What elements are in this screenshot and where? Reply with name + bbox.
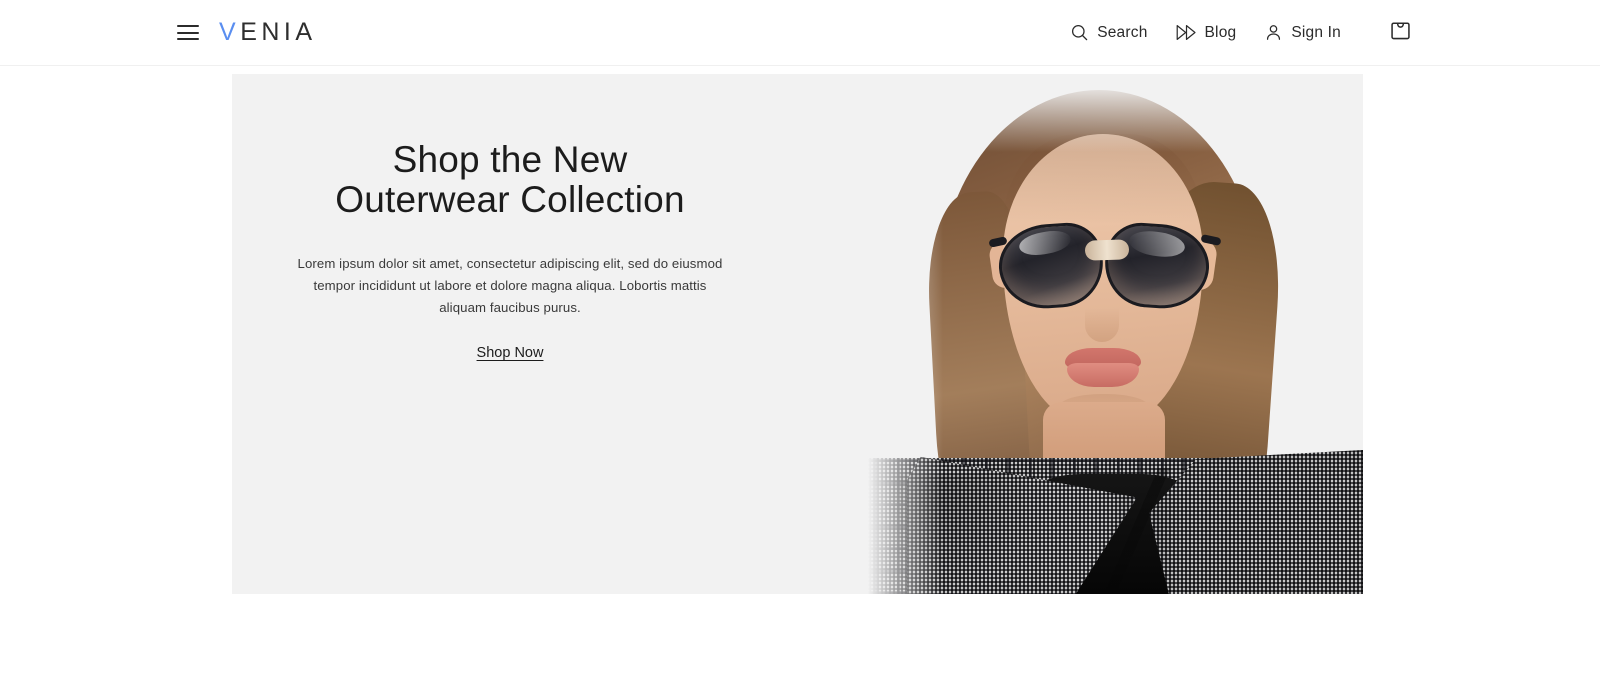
logo-rest: ENIA: [240, 18, 317, 46]
site-header: VENIA Search Blog Sign In: [0, 0, 1600, 66]
shop-now-link[interactable]: Shop Now: [477, 345, 544, 361]
hamburger-line: [177, 38, 199, 40]
nav-search-label: Search: [1097, 23, 1148, 41]
image-top-fade: [853, 82, 1363, 152]
hero-model-image: [813, 82, 1363, 594]
logo-accent-letter: V: [219, 18, 241, 46]
header-left-group: VENIA: [177, 18, 317, 47]
image-left-fade: [813, 82, 943, 594]
hero-title: Shop the New Outerwear Collection: [335, 139, 685, 220]
hero-copy: Shop the New Outerwear Collection Lorem …: [232, 140, 788, 362]
model-lower-lip: [1067, 363, 1139, 387]
nav-sign-in[interactable]: Sign In: [1264, 23, 1341, 42]
fast-forward-icon: [1176, 24, 1197, 41]
nav-search[interactable]: Search: [1070, 23, 1147, 42]
nav-blog[interactable]: Blog: [1176, 24, 1237, 42]
hero-banner: Shop the New Outerwear Collection Lorem …: [232, 74, 1363, 594]
hamburger-line: [177, 25, 199, 27]
site-logo[interactable]: VENIA: [219, 18, 317, 47]
hamburger-line: [177, 31, 199, 34]
person-icon: [1264, 23, 1283, 42]
nav-sign-in-label: Sign In: [1291, 23, 1341, 41]
cart-button[interactable]: [1389, 19, 1412, 47]
hamburger-menu-icon[interactable]: [177, 25, 199, 40]
search-icon: [1070, 23, 1089, 42]
sunglasses-bridge: [1084, 239, 1130, 261]
hero-description: Lorem ipsum dolor sit amet, consectetur …: [297, 255, 723, 316]
header-nav: Search Blog Sign In: [1070, 19, 1412, 47]
nav-blog-label: Blog: [1204, 23, 1237, 41]
shopping-bag-icon: [1389, 19, 1412, 47]
model-nose: [1085, 308, 1119, 342]
hero-section-wrapper: Shop the New Outerwear Collection Lorem …: [0, 66, 1600, 677]
